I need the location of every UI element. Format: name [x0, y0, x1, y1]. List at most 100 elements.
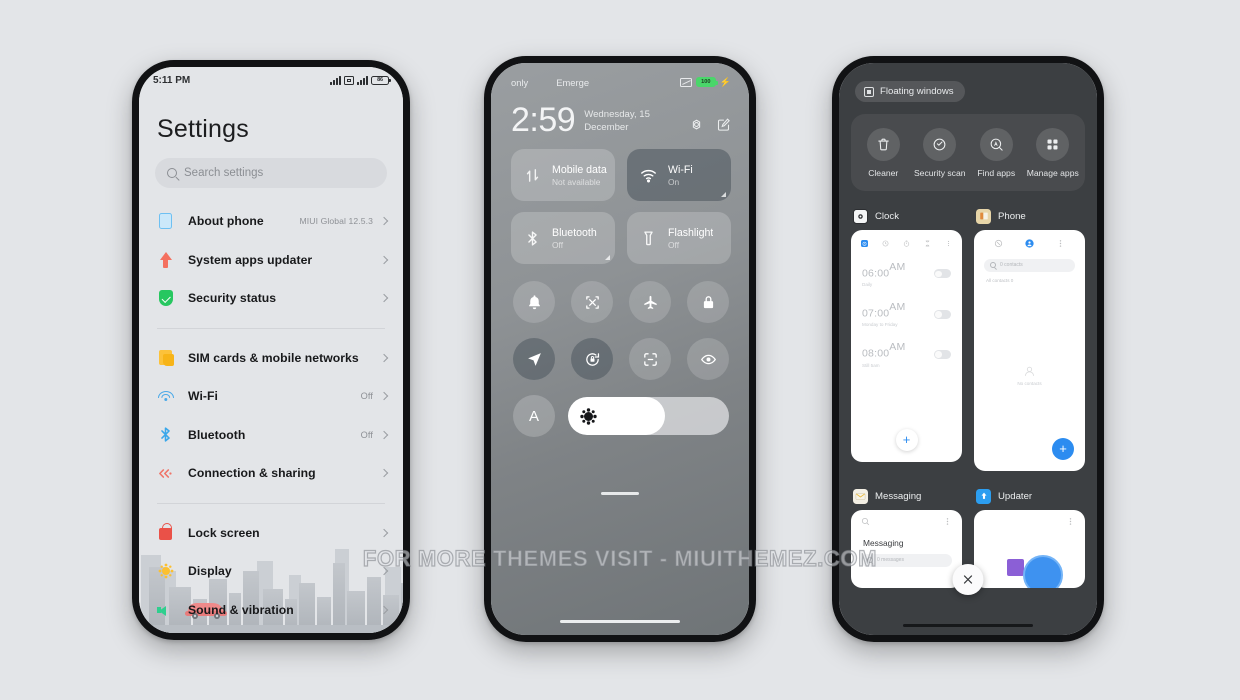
home-indicator[interactable]	[903, 624, 1033, 627]
tile-expand-corner-icon[interactable]	[721, 192, 726, 197]
sidebar-item-security-status[interactable]: Security status	[139, 279, 403, 318]
about-phone-icon	[157, 213, 174, 230]
recents-row-1: Clock 06:00AM Daily 07:00AM Monday to Fr…	[851, 201, 1085, 471]
alarm-tab[interactable]	[861, 239, 868, 248]
toggle-scan[interactable]	[629, 338, 671, 380]
toggle-lock[interactable]	[687, 281, 729, 323]
auto-brightness-button[interactable]: A	[513, 395, 555, 437]
phone-settings: 5:11 PM 86 Settings Search settings Abou…	[132, 60, 410, 640]
recent-card-clock[interactable]: Clock 06:00AM Daily 07:00AM Monday to Fr…	[851, 201, 962, 471]
tile-wifi[interactable]: Wi-Fi On	[627, 149, 731, 201]
overflow-menu[interactable]	[945, 239, 952, 248]
search-placeholder: 0 contacts	[1000, 262, 1023, 269]
sidebar-item-lock-screen[interactable]: Lock screen	[139, 514, 403, 553]
tile-title: Bluetooth	[552, 226, 597, 239]
app-header: Clock	[853, 208, 962, 224]
recent-card-phone[interactable]: Phone 0 contacts All contacts 0 No conta…	[974, 201, 1085, 471]
alarm-toggle[interactable]	[934, 269, 951, 279]
search-icon[interactable]	[861, 517, 870, 526]
chevron-right-icon	[379, 605, 389, 614]
messaging-search-input[interactable]: 0 messages	[861, 553, 952, 567]
alarm-toggle[interactable]	[934, 309, 951, 319]
chevron-right-icon	[379, 528, 389, 537]
tool-cleaner[interactable]: Cleaner	[855, 128, 912, 179]
close-all-button[interactable]	[952, 564, 984, 595]
settings-item-value: Off	[360, 429, 373, 440]
phone-control-center: only Emerge 100 ⚡ 2:59 Wednesday, 15 Dec…	[484, 56, 756, 642]
status-icons: 86	[330, 75, 391, 85]
toggle-silent-mode[interactable]	[513, 281, 555, 323]
contacts-search-input[interactable]: 0 contacts	[984, 258, 1075, 272]
toggle-airplane-mode[interactable]	[629, 281, 671, 323]
toggle-reading-mode[interactable]	[687, 338, 729, 380]
tile-title: Mobile data	[552, 163, 607, 176]
toggle-location[interactable]	[513, 338, 555, 380]
search-input[interactable]: Search settings	[155, 158, 387, 188]
clock-date: Wednesday, 15 December	[584, 109, 650, 133]
messaging-app-icon	[853, 488, 868, 504]
tile-flashlight[interactable]: Flashlight Off	[627, 212, 731, 264]
edit-icon[interactable]	[716, 117, 731, 137]
tile-bluetooth[interactable]: Bluetooth Off	[511, 212, 615, 264]
settings-item-label: Bluetooth	[188, 427, 246, 442]
app-header: Updater	[976, 488, 1085, 504]
toggle-auto-rotate[interactable]	[571, 338, 613, 380]
tool-security-scan[interactable]: Security scan	[912, 128, 969, 179]
tile-expand-corner-icon[interactable]	[605, 255, 610, 260]
chevron-right-icon	[379, 469, 389, 478]
stopwatch-tab[interactable]	[903, 239, 910, 248]
settings-item-value: MIUI Global 12.5.3	[299, 216, 373, 227]
recent-calls-tab[interactable]	[994, 239, 1003, 248]
alarm-toggle[interactable]	[934, 350, 951, 360]
alarm-item[interactable]: 07:00AM Monday to Friday	[851, 294, 962, 334]
sidebar-item-about-phone[interactable]: About phone MIUI Global 12.5.3	[139, 202, 403, 241]
settings-item-label: Security status	[188, 291, 277, 306]
overflow-menu[interactable]	[1066, 517, 1075, 526]
reading-mode-eye-icon	[700, 354, 716, 364]
drag-handle[interactable]	[601, 491, 639, 495]
world-clock-tab[interactable]	[882, 239, 889, 248]
sidebar-item-sound-vibration[interactable]: Sound & vibration	[139, 591, 403, 630]
settings-item-label: About phone	[188, 214, 264, 229]
brightness-sun-icon	[584, 411, 593, 421]
add-contact-button[interactable]: +	[1052, 437, 1074, 460]
find-apps-icon	[979, 128, 1013, 161]
recent-apps-grid: Clock 06:00AM Daily 07:00AM Monday to Fr…	[839, 191, 1097, 588]
alarm-item[interactable]: 06:00AM Daily	[851, 254, 962, 294]
overflow-menu[interactable]	[1056, 239, 1065, 248]
sidebar-item-wifi[interactable]: Wi-Fi Off	[139, 377, 403, 416]
overflow-menu[interactable]	[943, 517, 952, 526]
no-sim-icon	[679, 77, 692, 87]
sidebar-item-connection-sharing[interactable]: Connection & sharing	[139, 454, 403, 493]
alarm-item[interactable]: 08:00AM Still 5am	[851, 334, 962, 374]
status-bar: 5:11 PM 86	[139, 67, 403, 93]
sim-card-icon	[157, 349, 174, 367]
wifi-icon	[157, 388, 174, 405]
messaging-toolbar	[851, 510, 962, 526]
settings-gear-icon[interactable]	[689, 117, 704, 137]
floating-windows-button[interactable]: Floating windows	[855, 81, 965, 102]
scan-icon	[643, 352, 657, 366]
brightness-slider[interactable]	[568, 397, 729, 435]
recent-card-updater[interactable]: Updater	[974, 481, 1085, 588]
charging-bolt-icon: ⚡	[719, 76, 731, 87]
lock-icon	[703, 295, 713, 308]
add-alarm-button[interactable]: +	[895, 428, 918, 451]
tile-mobile-data[interactable]: Mobile data Not available	[511, 149, 615, 201]
alarm-repeat: Monday to Friday	[862, 322, 898, 328]
tile-subtitle: Off	[552, 239, 564, 250]
app-header: Phone	[976, 208, 1085, 224]
settings-item-label: Lock screen	[188, 525, 260, 540]
sidebar-item-sim-cards[interactable]: SIM cards & mobile networks	[139, 339, 403, 378]
timer-tab[interactable]	[924, 239, 931, 248]
recent-card-messaging[interactable]: Messaging Messaging 0 messages	[851, 481, 962, 588]
toggle-screenshot[interactable]	[571, 281, 613, 323]
sidebar-item-system-apps-updater[interactable]: System apps updater	[139, 241, 403, 280]
sidebar-item-display[interactable]: Display	[139, 552, 403, 591]
tool-manage-apps[interactable]: Manage apps	[1025, 128, 1082, 179]
home-indicator[interactable]	[560, 619, 680, 623]
sidebar-item-bluetooth[interactable]: Bluetooth Off	[139, 416, 403, 455]
contacts-tab[interactable]	[1025, 239, 1034, 248]
tool-find-apps[interactable]: Find apps	[968, 128, 1025, 179]
brightness-row: A	[491, 389, 749, 437]
